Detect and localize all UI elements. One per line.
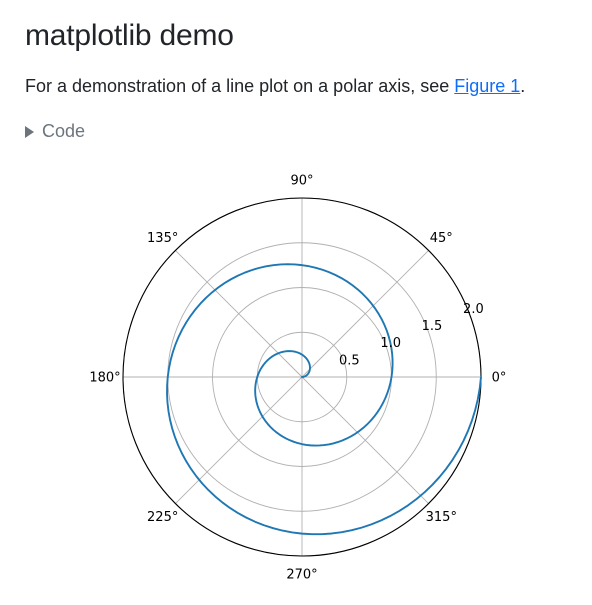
r-gridline-2 (167, 242, 437, 512)
theta-tick-label-0: 0° (492, 371, 507, 386)
intro-text-end: . (520, 76, 526, 96)
code-toggle-label: Code (42, 120, 86, 141)
theta-gridline-5 (175, 376, 303, 504)
intro-paragraph: For a demonstration of a line plot on a … (25, 74, 525, 98)
r-gridline-1 (212, 287, 392, 467)
spiral-line (166, 263, 482, 536)
caret-right-icon (25, 125, 34, 138)
r-tick-label-0: 0.5 (339, 353, 360, 368)
r-tick-label-1: 1.0 (380, 336, 401, 351)
theta-tick-label-3: 135° (147, 231, 178, 246)
code-toggle[interactable]: Code (25, 119, 85, 143)
page-title: matplotlib demo (25, 19, 234, 52)
figure-link[interactable]: Figure 1 (454, 76, 520, 96)
theta-tick-label-4: 180° (89, 371, 120, 386)
r-gridline-0 (256, 331, 348, 423)
theta-gridline-1 (301, 250, 429, 378)
intro-text: For a demonstration of a line plot on a … (25, 76, 455, 96)
theta-gridline-3 (175, 250, 303, 378)
r-tick-label-3: 2.0 (463, 302, 484, 317)
r-gridline-3 (122, 197, 482, 557)
theta-tick-label-5: 225° (147, 510, 178, 525)
polar-frame (122, 197, 482, 557)
theta-tick-label-2: 90° (290, 174, 313, 189)
r-tick-label-2: 1.5 (422, 319, 443, 334)
theta-tick-label-6: 270° (286, 568, 317, 583)
theta-tick-label-7: 315° (426, 510, 457, 525)
theta-tick-label-1: 45° (430, 231, 453, 246)
theta-gridline-7 (301, 376, 429, 504)
